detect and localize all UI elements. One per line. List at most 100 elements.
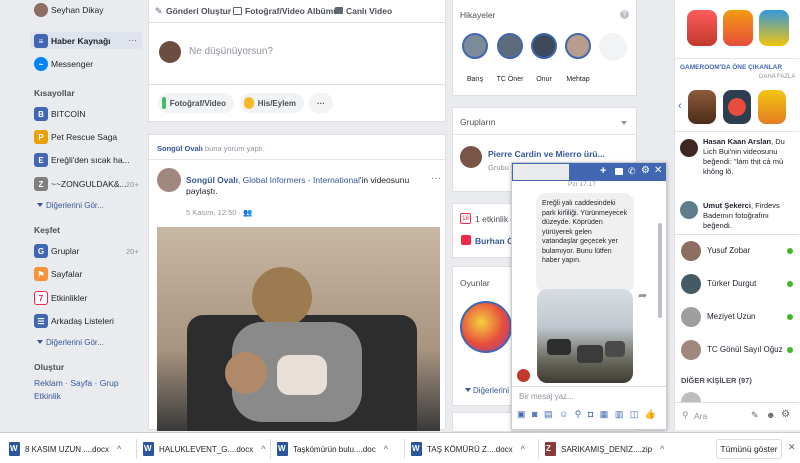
composer-avatar [159, 41, 181, 63]
calendar-icon: 18 [460, 213, 471, 224]
stories-card: Hikayeler ? Barış TC Öner Onur Mehtap [452, 0, 637, 96]
chat-scrollbar[interactable] [658, 223, 662, 318]
chevron-up-icon[interactable]: ^ [384, 444, 388, 454]
post-author-link[interactable]: Songül Ovalı [186, 175, 238, 185]
explore-see-more-link[interactable]: Diğerlerini Gör... [46, 338, 104, 347]
camera-icon[interactable]: ◘ [588, 409, 593, 419]
more-options-icon[interactable]: ··· [128, 35, 137, 45]
gear-icon[interactable]: ⚙ [641, 165, 650, 176]
post-options-icon[interactable]: ··· [431, 173, 441, 184]
download-item[interactable]: SARIKAMIŞ_DENİZ....zip^ [545, 441, 664, 457]
contact-item[interactable]: Yusuf Zobar [681, 239, 799, 263]
events-title[interactable]: 1 etkinlik d [475, 214, 515, 224]
contact-item[interactable]: Türker Durgut [681, 272, 799, 296]
group-link[interactable]: Pierre Cardin ve Mierro ürü... [488, 149, 605, 159]
chevron-up-icon[interactable]: ^ [261, 444, 265, 454]
shortcuts-see-more-link[interactable]: Diğerlerini Gör... [46, 201, 104, 210]
chevron-up-icon[interactable]: ^ [660, 444, 664, 454]
game-parrot-icon[interactable] [460, 301, 512, 353]
close-icon[interactable]: ✕ [788, 442, 796, 453]
help-icon[interactable]: ? [620, 10, 629, 19]
chat-photo-message[interactable] [537, 289, 633, 383]
share-arrow-icon[interactable]: ➦ [638, 289, 647, 302]
tab-create-post[interactable]: Gönderi Oluştur [166, 6, 231, 16]
people-icon[interactable]: ☻ [766, 410, 775, 420]
post-timestamp[interactable]: 5 Kasım, 12:50 · 👥 [186, 208, 252, 217]
tab-live-video[interactable]: Canlı Video [346, 6, 392, 16]
story-name-label: Mehtap [566, 76, 590, 83]
composer-input[interactable]: Ne düşünüyorsun? [189, 46, 273, 57]
ticker-story[interactable]: Hasan Kaan Arslan, Du Lich Bụi'nin video… [703, 137, 797, 177]
game-icon-3[interactable] [759, 10, 789, 46]
gameroom-game-1[interactable] [688, 90, 716, 124]
gameroom-game-2[interactable] [723, 90, 751, 124]
story-onur[interactable] [531, 33, 557, 59]
chat-contact-name-redacted [512, 163, 570, 181]
sidebar-item-events[interactable]: Etkinlikler [51, 291, 87, 305]
online-status-dot [787, 248, 793, 254]
gameroom-more-link[interactable]: DAHA FAZLA [759, 74, 795, 80]
ticker-story[interactable]: Umut Şekerci, Firdevs Bademın fotoğrafın… [703, 201, 797, 231]
new-message-icon[interactable]: ✎ [751, 410, 759, 421]
photo-icon[interactable]: ▣ [517, 409, 526, 419]
group-avatar[interactable] [460, 146, 482, 168]
shortcut-eregli[interactable]: Ereğli'den sıcak ha... [51, 153, 130, 167]
game-icon[interactable]: ▦ [600, 409, 609, 419]
story-baris[interactable] [462, 33, 488, 59]
more-actions-button[interactable]: ··· [309, 93, 333, 113]
create-page-link[interactable]: Sayfa [70, 378, 92, 388]
photo-video-button[interactable]: Fotoğraf/Video [158, 93, 234, 113]
emoji-icon[interactable]: ☺ [559, 409, 568, 419]
chevron-down-icon[interactable] [621, 121, 627, 125]
payment-icon[interactable]: ◫ [630, 409, 639, 419]
game-icon-1[interactable] [687, 10, 717, 46]
shortcut-bitcoin[interactable]: BITCOİN [51, 107, 85, 121]
sidebar-item-pages[interactable]: Sayfalar [51, 267, 82, 281]
attachment-icon[interactable]: ⚲ [575, 409, 582, 419]
create-ad-link[interactable]: Reklam [34, 378, 63, 388]
like-thumb-icon[interactable]: 👍 [645, 409, 656, 419]
game-icon-2[interactable] [723, 10, 753, 46]
profile-avatar[interactable] [34, 3, 48, 17]
download-item[interactable]: HALUKLEVENT_G....docx^ [143, 441, 266, 457]
activity-user-link[interactable]: Songül Ovalı [157, 144, 203, 153]
download-item[interactable]: Taşkömürün bulu....doc^ [277, 441, 388, 457]
video-call-icon[interactable] [615, 168, 623, 175]
download-item[interactable]: 8 KASIM UZUN ....docx^ [9, 441, 121, 457]
sidebar-item-friend-lists[interactable]: Arkadaş Listeleri [51, 314, 114, 328]
feeling-activity-button[interactable]: His/Eylem [240, 93, 304, 113]
calendar-icon[interactable]: ▥ [615, 409, 624, 419]
sidebar-item-groups[interactable]: Gruplar [51, 244, 79, 258]
sidebar-item-messenger[interactable]: Messenger [51, 57, 93, 71]
contact-item[interactable]: TC Gönül Sayıl Oğuz [681, 338, 799, 362]
sticker-icon[interactable]: ◙ [532, 409, 537, 419]
download-item[interactable]: TAŞ KÖMÜRÜ Z....docx^ [411, 441, 525, 457]
word-file-icon [277, 442, 288, 456]
gear-icon[interactable]: ⚙ [781, 409, 790, 420]
create-event-link[interactable]: Etkinlik [34, 391, 61, 401]
gameroom-game-3[interactable] [758, 90, 786, 124]
chat-header[interactable]: + ✆ ⚙ ✕ [512, 163, 666, 181]
story-tc-oner[interactable] [497, 33, 523, 59]
show-all-downloads-button[interactable]: Tümünü göster [716, 439, 782, 459]
carousel-prev-icon[interactable]: ‹ [678, 100, 682, 112]
tab-photo-album[interactable]: Fotoğraf/Video Albümü [245, 6, 339, 16]
create-group-link[interactable]: Grup [100, 378, 119, 388]
gif-icon[interactable]: ▤ [544, 409, 553, 419]
post-author-avatar[interactable] [157, 168, 181, 192]
profile-name-link[interactable]: Seyhan Dikay [51, 3, 103, 17]
chat-message-input[interactable]: Bir mesaj yaz... [519, 392, 574, 401]
add-people-icon[interactable]: + [600, 165, 606, 177]
shortcut-pet-rescue[interactable]: Pet Rescue Saga [51, 130, 117, 144]
video-camera-icon [335, 7, 343, 14]
shortcut-zonguldak[interactable]: ~~ZONGULDAK&... [51, 177, 127, 191]
phone-call-icon[interactable]: ✆ [628, 166, 636, 177]
post-video[interactable] [157, 227, 440, 431]
post-page-link[interactable]: , Global Informers - International [238, 175, 360, 185]
chevron-up-icon[interactable]: ^ [117, 444, 121, 454]
close-icon[interactable]: ✕ [654, 165, 662, 176]
contacts-search-input[interactable]: Ara [694, 411, 707, 421]
chevron-up-icon[interactable]: ^ [521, 444, 525, 454]
contact-item[interactable]: Meziyet Uzun [681, 305, 799, 329]
story-mehtap[interactable] [565, 33, 591, 59]
